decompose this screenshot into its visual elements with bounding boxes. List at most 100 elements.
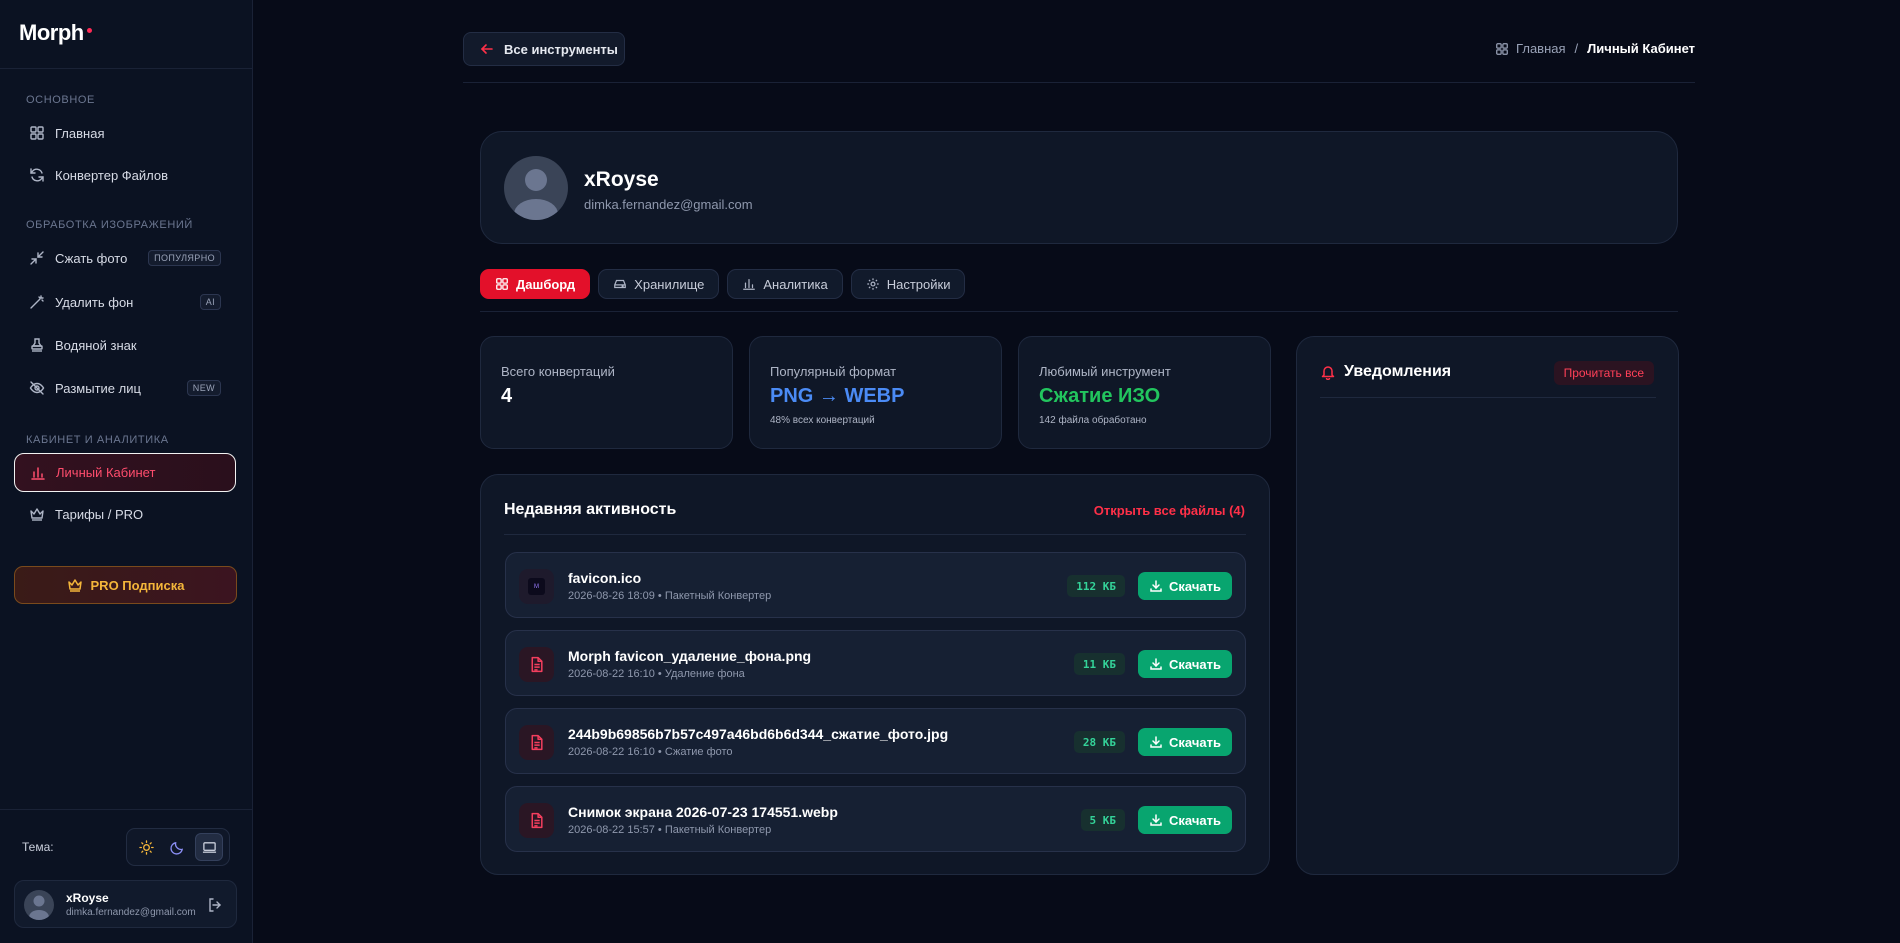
sidebar-divider [0,68,253,69]
sidebar-item-pricing[interactable]: Тарифы / PRO [14,496,236,532]
activity-divider [504,534,1246,535]
breadcrumb-current: Личный Кабинет [1587,41,1695,56]
tab-label: Настройки [886,276,951,292]
breadcrumb-home-link[interactable]: Главная [1516,41,1565,56]
sidebar-user-card[interactable]: xRoyse dimka.fernandez@gmail.com [14,880,237,928]
profile-name: xRoyse [584,168,659,191]
download-label: Скачать [1169,734,1221,750]
sun-icon [139,839,154,855]
favicon-thumbnail-icon: M [528,578,545,595]
user-silhouette-icon [29,895,49,920]
stat-value: PNG → WEBP [770,385,905,407]
sidebar-item-converter[interactable]: Конвертер Файлов [14,157,236,193]
sidebar: Morph Основное Главная Конвертер Файлов … [0,0,253,943]
section-label-main: Основное [26,94,95,106]
sidebar-item-home[interactable]: Главная [14,115,236,151]
notifications-divider [1320,397,1656,398]
section-label-images: Обработка изображений [26,219,193,231]
back-to-tools-button[interactable]: Все инструменты [463,32,625,66]
back-button-label: Все инструменты [504,41,618,57]
eye-off-icon [29,381,45,395]
file-text-icon [531,812,543,829]
compress-icon [30,251,44,265]
section-label-cabinet: Кабинет и аналитика [26,434,169,446]
refresh-icon [30,168,44,182]
arrow-left-icon [480,44,493,54]
download-label: Скачать [1169,812,1221,828]
crown-icon [67,579,82,592]
tab-analytics[interactable]: Аналитика [727,269,843,299]
sidebar-item-label: Главная [55,125,105,141]
download-label: Скачать [1169,578,1221,594]
sidebar-item-face-blur[interactable]: Размытие лиц NEW [14,370,236,406]
bar-chart-icon [743,279,756,290]
file-size-badge: 112 КБ [1067,575,1125,597]
table-row[interactable]: Снимок экрана 2026-07-23 174551.webp 202… [505,786,1246,852]
sidebar-item-cabinet[interactable]: Личный Кабинет [14,453,236,492]
badge-popular: ПОПУЛЯРНО [148,250,221,266]
file-meta: 2026-08-22 15:57 • Пакетный Конвертер [568,824,772,836]
table-row[interactable]: M favicon.ico 2026-08-26 18:09 • Пакетны… [505,552,1246,618]
drive-icon [614,279,627,289]
file-thumbnail [519,725,554,760]
sidebar-item-remove-bg[interactable]: Удалить фон AI [14,284,236,320]
profile-avatar [504,156,568,220]
notifications-title: Уведомления [1344,363,1452,380]
open-all-files-link[interactable]: Открыть все файлы (4) [1094,503,1245,518]
tab-settings[interactable]: Настройки [850,269,966,299]
tab-label: Хранилище [634,276,705,292]
read-all-button[interactable]: Прочитать все [1553,361,1654,385]
download-button[interactable]: Скачать [1138,572,1232,600]
crown-icon [30,508,44,521]
magic-wand-icon [30,295,44,309]
moon-icon [170,841,184,855]
badge-new: NEW [186,380,221,396]
sidebar-item-label: Конвертер Файлов [55,167,169,183]
tab-dashboard[interactable]: Дашборд [480,269,591,299]
brand-logo[interactable]: Morph [19,20,92,46]
theme-system-option[interactable] [195,833,224,861]
breadcrumb-separator: / [1574,41,1579,56]
file-name: Morph favicon_удаление_фона.png [568,648,812,664]
bar-chart-icon [31,466,45,480]
download-label: Скачать [1169,656,1221,672]
download-button[interactable]: Скачать [1138,650,1232,678]
stat-sub: 142 файла обработано [1039,415,1147,426]
download-button[interactable]: Скачать [1138,806,1232,834]
table-row[interactable]: Morph favicon_удаление_фона.png 2026-08-… [505,630,1246,696]
badge-ai: AI [199,294,221,310]
bell-icon [1321,366,1335,380]
user-email: dimka.fernandez@gmail.com [66,907,196,918]
file-meta: 2026-08-22 16:10 • Сжатие фото [568,746,733,758]
gear-icon [867,278,879,290]
profile-card: xRoyse dimka.fernandez@gmail.com [480,131,1678,244]
file-thumbnail: M [519,569,554,604]
file-size-badge: 28 КБ [1073,731,1125,753]
sidebar-item-watermark[interactable]: Водяной знак [14,327,236,363]
theme-dark-option[interactable] [164,833,192,861]
logout-icon[interactable] [207,897,223,913]
sidebar-item-compress[interactable]: Сжать фото ПОПУЛЯРНО [14,240,236,276]
pro-subscription-button[interactable]: PRO Подписка [14,566,237,604]
sidebar-item-label: Размытие лиц [55,380,141,396]
tab-storage[interactable]: Хранилище [598,269,720,299]
grid-icon [30,126,44,140]
file-meta: 2026-08-26 18:09 • Пакетный Конвертер [568,590,772,602]
tab-label: Аналитика [763,276,828,292]
theme-selector: Тема: [22,828,232,866]
pro-button-label: PRO Подписка [90,577,185,593]
theme-switch [126,828,230,866]
stat-value: Сжатие ИЗО [1039,385,1161,407]
user-silhouette-icon [514,169,558,220]
file-size-badge: 5 КБ [1080,809,1125,831]
logo-dot [86,27,92,33]
user-name: xRoyse [66,891,109,905]
table-row[interactable]: 244b9b69856b7b57c497a46bd6b6d344_сжатие_… [505,708,1246,774]
stat-card-tool: Любимый инструмент Сжатие ИЗО 142 файла … [1018,336,1271,449]
download-button[interactable]: Скачать [1138,728,1232,756]
theme-light-option[interactable] [133,833,161,861]
notifications-panel: Уведомления Прочитать все [1296,336,1679,875]
grid-icon [496,278,508,290]
stat-card-total: Всего конвертаций 4 [480,336,733,449]
stat-sub: 48% всех конвертаций [770,415,875,426]
